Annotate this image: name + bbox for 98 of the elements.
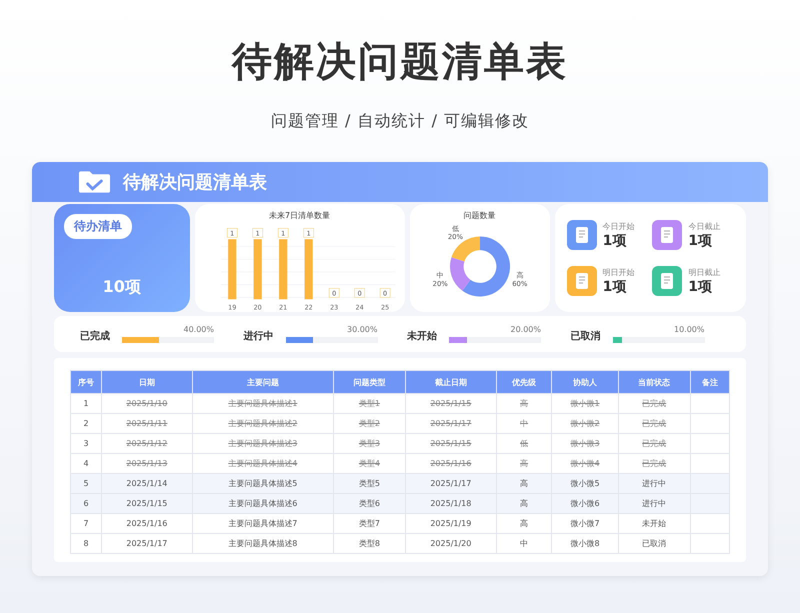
table-cell: 2025/1/10	[102, 394, 192, 414]
table-cell: 主要问题具体描述2	[192, 414, 334, 434]
table-cell: 类型2	[333, 414, 406, 434]
table-cell: 8	[70, 534, 102, 554]
table-cell: 中	[496, 534, 552, 554]
table-cell: 微小微1	[552, 394, 618, 414]
table-cell: 高	[496, 394, 552, 414]
page-title: 待解决问题清单表	[232, 38, 568, 87]
table-cell: 中	[496, 414, 552, 434]
table-cell: 已完成	[618, 414, 690, 434]
table-cell: 主要问题具体描述6	[192, 494, 334, 514]
empty-cell	[690, 394, 730, 414]
table-cell: 2025/1/12	[102, 434, 192, 454]
stat-value: 1项	[602, 232, 628, 250]
todo-count: 10项	[102, 277, 141, 298]
column-header: 日期	[102, 370, 192, 394]
column-header: 截止日期	[405, 370, 496, 394]
table-cell: 7	[70, 514, 102, 534]
table-cell: 高	[496, 494, 552, 514]
empty-cell	[690, 534, 730, 554]
folder-check-icon	[78, 170, 111, 194]
progress-label: 已完成	[80, 329, 110, 343]
empty-cell	[690, 434, 730, 454]
table-cell: 2025/1/20	[405, 534, 496, 554]
column-header: 协助人	[552, 370, 618, 394]
table-cell: 已完成	[618, 394, 690, 414]
table-cell: 微小微6	[552, 494, 618, 514]
table-cell: 1	[70, 394, 102, 414]
table-cell: 2025/1/16	[102, 514, 192, 534]
bar	[304, 239, 312, 300]
table-cell: 未开始	[618, 514, 690, 534]
stat-value: 1项	[688, 232, 714, 250]
stat-label: 明日截止	[688, 266, 720, 278]
column-header: 当前状态	[618, 370, 690, 394]
progress-label: 已取消	[570, 330, 600, 343]
table-cell: 6	[70, 494, 102, 514]
progress-percent: 20.00%	[510, 325, 541, 334]
table-cell: 主要问题具体描述5	[192, 474, 334, 494]
progress-label: 未开始	[407, 330, 437, 343]
column-header: 备注	[690, 370, 730, 394]
column-header: 序号	[70, 370, 102, 394]
bar	[253, 239, 262, 300]
table-cell: 高	[496, 474, 552, 494]
table-cell: 2025/1/11	[102, 414, 192, 434]
table-cell: 2025/1/15	[102, 494, 192, 514]
bar	[278, 239, 287, 300]
table-cell: 主要问题具体描述7	[192, 514, 334, 534]
bar	[228, 239, 236, 300]
table-cell: 已完成	[618, 434, 690, 454]
chart-title: 问题数量	[464, 210, 496, 221]
table-cell: 2025/1/17	[102, 534, 192, 554]
table-cell: 2025/1/17	[405, 474, 496, 494]
table-cell: 2025/1/18	[405, 494, 496, 514]
table-cell: 类型5	[333, 474, 406, 494]
table-cell: 5	[70, 474, 102, 494]
column-header: 问题类型	[333, 370, 406, 394]
table-cell: 主要问题具体描述3	[192, 434, 334, 454]
table-cell: 2025/1/15	[405, 434, 496, 454]
table-cell: 2025/1/19	[405, 514, 496, 534]
column-header: 主要问题	[192, 370, 334, 394]
page-subtitle: 问题管理 / 自动统计 / 可编辑修改	[270, 111, 530, 132]
table-cell: 进行中	[618, 494, 690, 514]
table-cell: 主要问题具体描述1	[192, 394, 334, 414]
table-cell: 微小微7	[552, 514, 618, 534]
stat-label: 明日开始	[602, 266, 635, 278]
table-cell: 类型1	[333, 394, 406, 414]
table-cell: 微小微5	[552, 474, 618, 494]
table-cell: 微小微3	[552, 434, 618, 454]
table-cell: 类型8	[333, 534, 406, 554]
table-cell: 进行中	[618, 474, 690, 494]
table-cell: 微小微2	[552, 414, 618, 434]
table-cell: 低	[496, 434, 552, 454]
stat-label: 今日截止	[688, 220, 720, 232]
chart-title: 未来7日清单数量	[269, 210, 330, 221]
empty-cell	[690, 414, 730, 434]
progress-label: 进行中	[244, 330, 274, 343]
table-cell: 2025/1/14	[102, 474, 192, 494]
table-cell: 微小微8	[552, 534, 618, 554]
empty-cell	[690, 514, 730, 534]
stat-value: 1项	[688, 278, 714, 296]
table-cell: 3	[70, 434, 102, 454]
table-cell: 类型6	[333, 494, 406, 514]
table-cell: 已取消	[618, 534, 690, 554]
table-cell: 高	[496, 514, 552, 534]
progress-percent: 10.00%	[674, 325, 704, 334]
stat-label: 今日开始	[602, 220, 635, 232]
table-cell: 2025/1/15	[405, 394, 496, 414]
panel-title: 待解决问题清单表	[123, 171, 267, 194]
table-cell: 2025/1/17	[405, 414, 496, 434]
todo-label: 待办清单	[64, 214, 132, 239]
table-cell: 类型7	[333, 514, 406, 534]
table-cell: 2	[70, 414, 102, 434]
table-cell: 类型3	[333, 434, 406, 454]
column-header: 优先级	[496, 370, 552, 394]
progress-percent: 30.00%	[346, 325, 378, 334]
progress-percent: 40.00%	[183, 325, 214, 334]
table-cell: 主要问题具体描述8	[192, 534, 334, 554]
stat-value: 1项	[602, 278, 628, 296]
